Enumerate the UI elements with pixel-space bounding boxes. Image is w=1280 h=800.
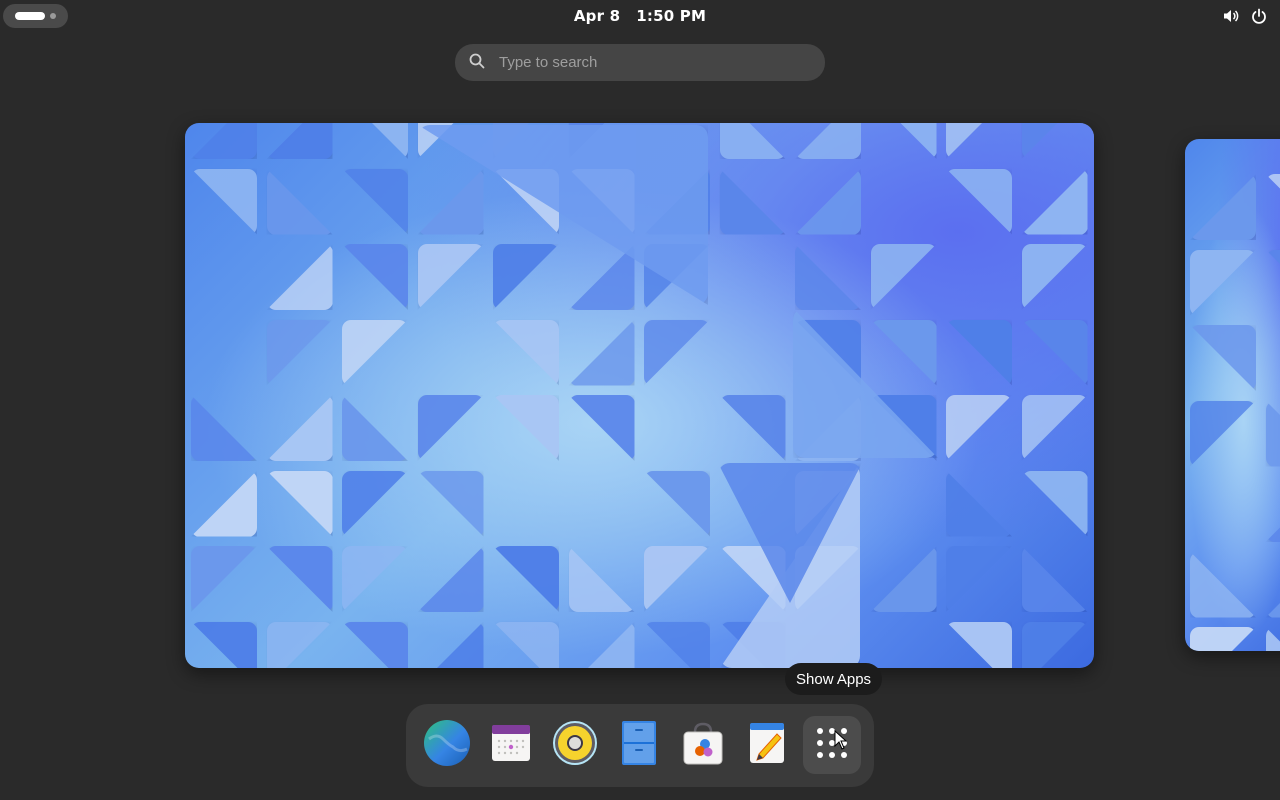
calendar-icon: [489, 721, 533, 769]
dock-item-calendar[interactable]: [482, 716, 540, 774]
globe-icon: [423, 719, 471, 771]
volume-icon[interactable]: [1222, 7, 1240, 25]
clock-time: 1:50 PM: [636, 7, 707, 25]
file-cabinet-icon: [619, 719, 659, 771]
search-bar[interactable]: [455, 44, 825, 81]
workspace-thumbnail-next[interactable]: [1185, 139, 1280, 651]
clock-button[interactable]: Apr 8 1:50 PM: [560, 4, 720, 28]
show-apps-tooltip: Show Apps: [785, 663, 883, 695]
system-menu[interactable]: [1222, 6, 1268, 26]
shopping-bag-icon: [680, 720, 726, 770]
show-apps-button[interactable]: [803, 716, 861, 774]
dock-item-web-browser[interactable]: [418, 716, 476, 774]
search-input[interactable]: [497, 53, 801, 72]
dock-item-rhythmbox[interactable]: [546, 716, 604, 774]
dock-item-text-editor[interactable]: [738, 716, 796, 774]
top-bar: Apr 8 1:50 PM: [0, 0, 1280, 32]
notepad-icon: [745, 720, 789, 770]
dock-item-files[interactable]: [610, 716, 668, 774]
activities-button[interactable]: [3, 4, 68, 28]
workspace-dot-icon: [50, 13, 56, 19]
workspace-thumbnail-current[interactable]: [185, 123, 1094, 668]
power-icon[interactable]: [1250, 7, 1268, 25]
clock-date: Apr 8: [573, 7, 621, 25]
search-icon: [469, 53, 485, 73]
workspace-indicator-icon: [15, 12, 45, 20]
dash-dock: [406, 704, 874, 787]
speaker-icon: [551, 719, 599, 771]
dock-item-software[interactable]: [674, 716, 732, 774]
mouse-pointer-icon: [834, 729, 848, 754]
